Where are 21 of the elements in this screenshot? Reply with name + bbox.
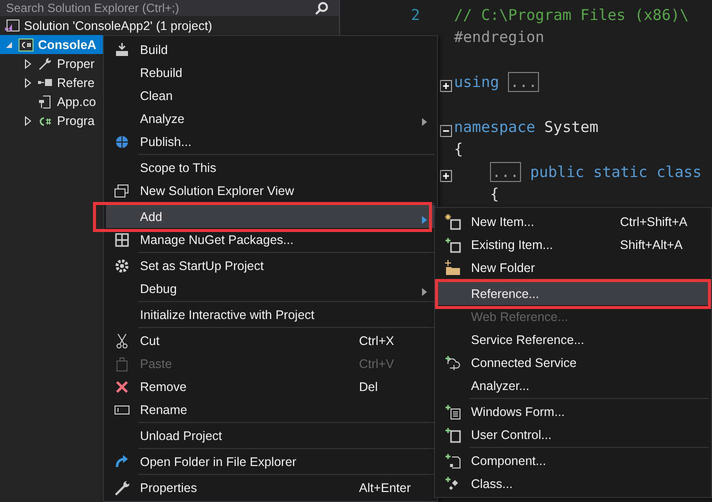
shortcut-text: Ctrl+V xyxy=(359,356,394,370)
code-text: // C:\Program Files (x86)\ xyxy=(454,5,689,26)
code-text: #endregion xyxy=(454,27,544,48)
shortcut-text: Ctrl+Shift+A xyxy=(620,214,688,228)
shortcut-text: Del xyxy=(359,380,378,394)
code-text: { xyxy=(454,139,464,160)
code-text: public static class xyxy=(530,162,702,183)
tree-label: Progra xyxy=(57,114,95,128)
tree-label: Proper xyxy=(57,56,95,70)
shortcut-text: Ctrl+X xyxy=(359,334,394,348)
shortcut-text: Alt+Enter xyxy=(359,480,411,494)
code-text: System xyxy=(544,116,598,138)
tree-label: App.co xyxy=(57,94,96,108)
code-text: using xyxy=(454,72,500,94)
tree-label: Refere xyxy=(57,76,95,90)
shortcut-text: Shift+Alt+A xyxy=(620,238,683,252)
code-text: namespace xyxy=(454,116,536,138)
tree-label: Solution 'ConsoleApp2' (1 project) xyxy=(24,18,212,32)
line-number: 2 xyxy=(410,5,420,26)
tree-label: ConsoleA xyxy=(38,38,96,52)
code-text: { xyxy=(490,184,500,206)
